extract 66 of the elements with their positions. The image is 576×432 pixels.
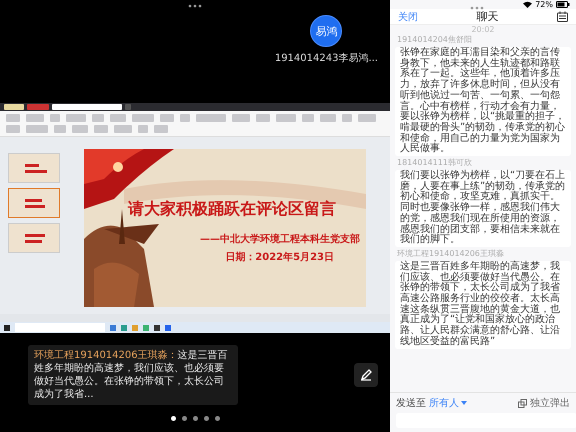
- caret-icon: [461, 401, 467, 405]
- toolbar-icon[interactable]: [26, 125, 48, 133]
- recipient-dropdown[interactable]: 所有人: [426, 396, 459, 410]
- timestamp: 20:02: [471, 25, 495, 35]
- page-dot[interactable]: [214, 416, 220, 421]
- start-icon[interactable]: [4, 324, 10, 330]
- toolbar-icon[interactable]: [320, 114, 336, 122]
- popout-icon: [518, 398, 527, 408]
- toolbar-icon[interactable]: [66, 114, 86, 122]
- battery-icon: [556, 1, 570, 8]
- pencil-icon: [359, 368, 373, 382]
- toolbar-icon[interactable]: [26, 114, 44, 122]
- toolbar-icon[interactable]: [276, 114, 296, 122]
- wifi-icon: [523, 1, 532, 8]
- toolbar-icon[interactable]: [114, 125, 132, 133]
- annotate-button[interactable]: [354, 362, 378, 386]
- toolbar-icon[interactable]: [72, 125, 88, 133]
- toolbar-icon[interactable]: [92, 114, 104, 122]
- slide-thumbnail[interactable]: [8, 153, 60, 183]
- participant-name: 1914014243李易鸿...: [274, 52, 378, 65]
- toolbar-icon[interactable]: [94, 125, 108, 133]
- send-to-label: 发送至: [396, 397, 426, 410]
- app-tab[interactable]: [125, 104, 131, 110]
- message-bubble: 张铮在家庭的耳濡目染和父亲的言传身教下，他未来的人生轨迹都和路联系在了一起。这些年，他顶着许多压力，放弃了许多休息时间，但从没有听到他说过一句苦、一句累、一句怨言。心中有榜样，行动才会有力量，要以张铮为榜样，以“挑最重的担子，啃最硬的骨头”的韧劲，传承党的初心和使命，用自己的力量为党为国家为人民做事。: [395, 47, 571, 156]
- app-tab[interactable]: [52, 104, 122, 110]
- toolbar-icon[interactable]: [342, 114, 352, 122]
- message-bubble: 这是三晋百姓多年期盼的高速梦，我们应该、也必须要做好当代愚公。在张铮的带领下，太长公司成为了我省高速公路服务行业的佼佼者。太长高速这条纵贯三晋腹地的黄金大道，也真正成为了“让党和国家放心的政治路、让人民群众满意的舒心路、让沿线地区受益的富民路”: [395, 260, 571, 349]
- toolbar-icon[interactable]: [54, 125, 66, 133]
- toolbar-icon[interactable]: [132, 114, 154, 122]
- page-dot[interactable]: [192, 416, 198, 421]
- toolbar-icon[interactable]: [50, 114, 60, 122]
- message-sender: 环境工程1914014206王琪淼: [397, 248, 505, 259]
- close-button[interactable]: 关闭: [398, 10, 418, 24]
- message-sender: 1814014111韩可欣: [397, 158, 473, 168]
- message-bubble: 我们要以张铮为榜样，以“刀要在石上磨，人要在事上练”的韧劲，传承党的初心和使命，攻坚克难，真抓实干。同时也要像张铮一样，感恩我们伟大的党，感恩我们现在所使用的资源，感恩我们的团支部，要相信未来就在我们的脚下。: [395, 170, 571, 247]
- calendar-icon[interactable]: [557, 11, 568, 22]
- toolbar-icon[interactable]: [358, 114, 376, 122]
- toolbar-icon[interactable]: [6, 114, 20, 122]
- taskbar-search-field[interactable]: [15, 323, 105, 332]
- page-dot[interactable]: [182, 416, 186, 421]
- page-dot[interactable]: [204, 416, 208, 421]
- slide-title: 请大家积极踊跃在评论区留言: [128, 198, 336, 220]
- page-dot[interactable]: [170, 416, 176, 421]
- toolbar-icon[interactable]: [180, 114, 190, 122]
- toolbar-icon[interactable]: [232, 114, 250, 122]
- slide-thumbnail[interactable]: [8, 188, 60, 218]
- chat-notification: 环境工程1914014206王琪淼：这是三晋百姓多年期盼的高速梦，我们应该、也必须要做好当代愚公。在张铮的带领下，太长公司成为了我省...: [28, 344, 238, 404]
- toolbar-icon[interactable]: [256, 114, 270, 122]
- participant-avatar: 易鸿: [310, 15, 342, 47]
- app-tab[interactable]: [27, 104, 49, 110]
- more-icon[interactable]: [188, 4, 202, 8]
- toolbar-icon[interactable]: [154, 125, 168, 133]
- battery-percentage: 72%: [535, 0, 553, 9]
- toolbar-icon[interactable]: [160, 114, 174, 122]
- popout-button[interactable]: 独立弹出: [518, 396, 570, 410]
- slide-date: 日期：2022年5月23日: [225, 250, 334, 264]
- message-sender: 1914014204焦舒阳: [397, 35, 473, 45]
- toolbar-icon[interactable]: [6, 125, 20, 133]
- toolbar-icon[interactable]: [196, 114, 226, 122]
- toolbar-icon[interactable]: [302, 114, 314, 122]
- chat-title: 聊天: [476, 9, 498, 24]
- slide-subtitle: ——中北大学环境工程本科生党支部: [200, 232, 360, 246]
- app-tab[interactable]: [4, 104, 24, 110]
- toolbar-icon[interactable]: [138, 125, 148, 133]
- toolbar-icon[interactable]: [110, 114, 126, 122]
- slide-thumbnail[interactable]: [8, 223, 60, 253]
